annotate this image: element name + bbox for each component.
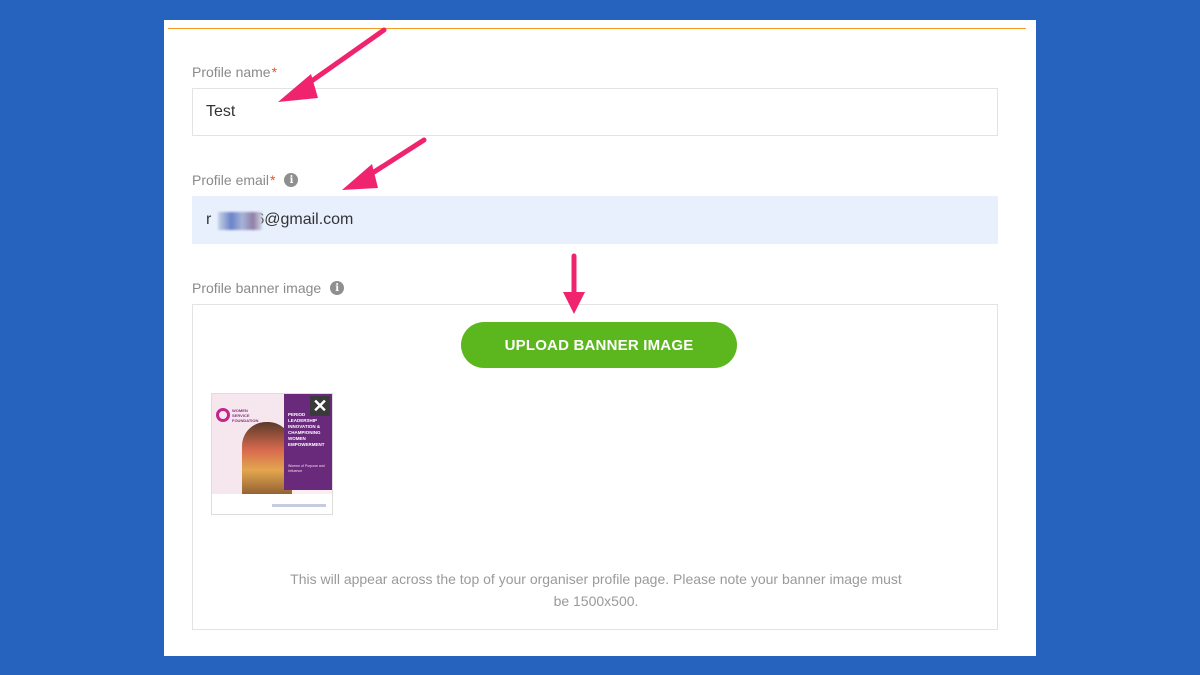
email-value-end: 6@gmail.com (255, 211, 354, 228)
profile-name-label-text: Profile name (192, 64, 271, 80)
profile-email-input[interactable]: r 6@gmail.com (192, 196, 998, 244)
profile-name-label: Profile name * (192, 64, 277, 80)
profile-banner-label: Profile banner image i (192, 280, 345, 296)
profile-name-input[interactable]: Test (192, 88, 998, 136)
info-icon[interactable]: i (330, 281, 345, 295)
thumbnail-subtitle: Women of Purpose and Influence (288, 464, 325, 473)
header-divider (168, 28, 1026, 29)
redaction-blur (218, 212, 262, 230)
profile-email-value: r 6@gmail.com (206, 211, 354, 230)
thumbnail-footer (212, 494, 332, 514)
required-mark: * (270, 172, 276, 188)
thumbnail-logo-icon (216, 408, 230, 422)
profile-form-panel: Profile name * Test Profile email * i r 6@g… (164, 20, 1036, 656)
banner-upload-area: UPLOAD BANNER IMAGE WOMEN SERVICE FOUNDA… (192, 304, 998, 630)
profile-email-label-text: Profile email (192, 172, 270, 188)
profile-name-value: Test (206, 103, 236, 120)
banner-help-text: This will appear across the top of your … (290, 571, 902, 609)
upload-banner-button[interactable]: UPLOAD BANNER IMAGE (461, 322, 737, 368)
email-value-start: r (206, 211, 212, 228)
info-icon[interactable]: i (284, 173, 299, 187)
banner-thumbnail: WOMEN SERVICE FOUNDATION PERIOD LEADERSH… (211, 393, 333, 515)
thumbnail-logo-text: WOMEN SERVICE FOUNDATION (232, 408, 259, 423)
required-mark: * (271, 64, 278, 80)
thumbnail-sponsor-strip (272, 504, 326, 507)
thumbnail-title: PERIOD LEADERSHIP INNOVATION & CHAMPIONI… (288, 412, 325, 447)
profile-email-label: Profile email * i (192, 172, 299, 188)
close-icon[interactable]: ✕ (310, 396, 330, 416)
profile-banner-label-text: Profile banner image (192, 280, 322, 296)
